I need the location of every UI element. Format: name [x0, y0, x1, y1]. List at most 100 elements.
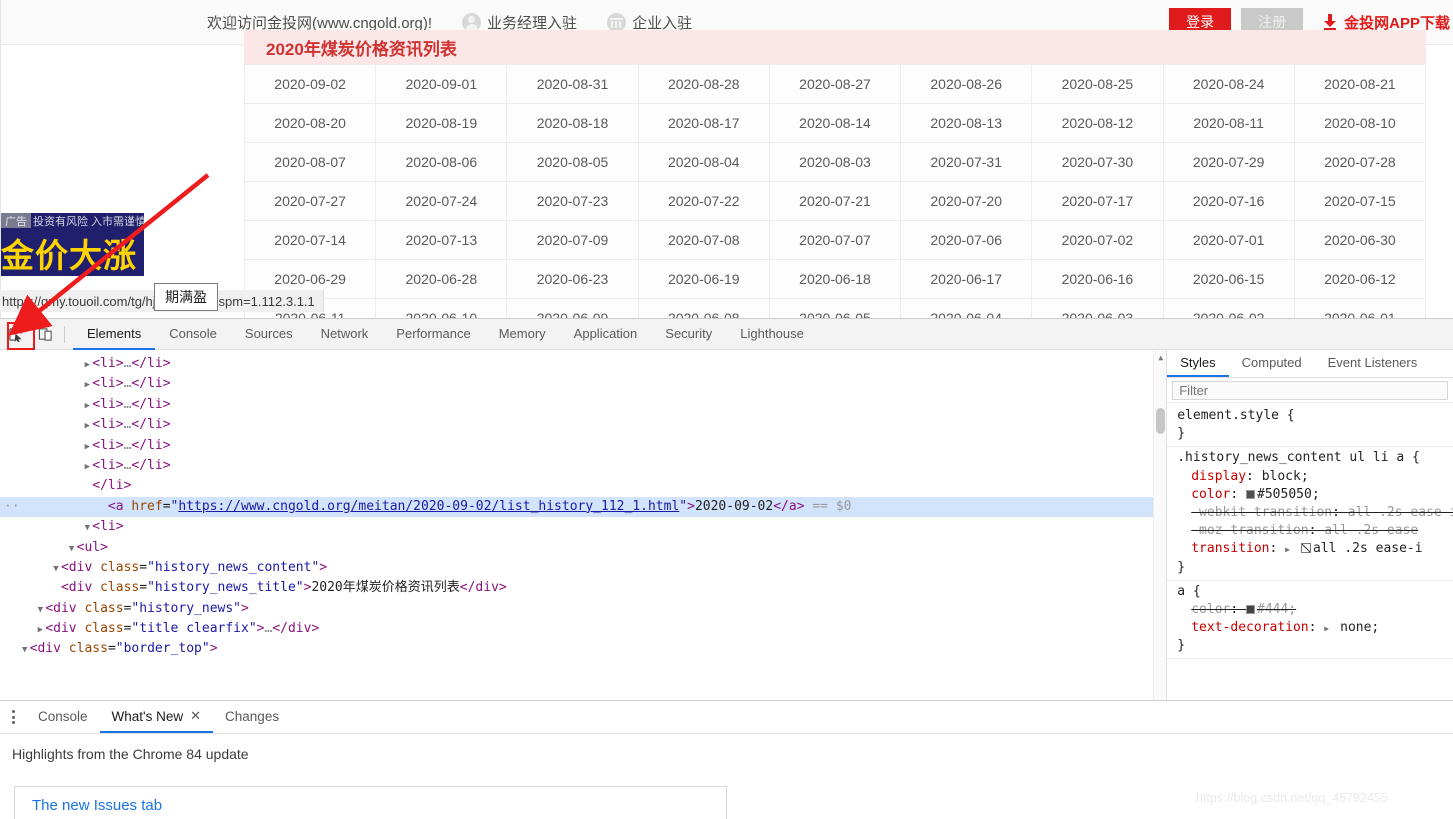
date-link-cell[interactable]: 2020-08-24: [1162, 64, 1295, 104]
devtools-tab-application[interactable]: Application: [560, 319, 652, 350]
more-options-icon[interactable]: [0, 701, 26, 733]
dom-tree-line[interactable]: ▼ <ul>: [0, 538, 1166, 558]
dom-tree-line[interactable]: ▶ <li>…</li>: [0, 415, 1166, 435]
css-declaration[interactable]: text-decoration: ▶ none;: [1177, 619, 1453, 637]
devtools-tab-memory[interactable]: Memory: [485, 319, 560, 350]
date-link-cell[interactable]: 2020-06-17: [900, 259, 1033, 299]
date-link-cell[interactable]: 2020-07-28: [1293, 142, 1427, 182]
date-link-cell[interactable]: 2020-06-05: [768, 298, 902, 318]
css-rule[interactable]: a {color: #444; text-decoration: ▶ none;}: [1167, 581, 1453, 660]
devtools-tab-performance[interactable]: Performance: [382, 319, 484, 350]
date-link-cell[interactable]: 2020-07-01: [1162, 220, 1295, 260]
css-rule[interactable]: .history_news_content ul li a {display: …: [1167, 447, 1453, 581]
date-link-cell[interactable]: 2020-08-20: [243, 103, 377, 143]
date-link-cell[interactable]: 2020-08-07: [243, 142, 377, 182]
dom-tree-line[interactable]: <div class="history_news_title">2020年煤炭价…: [0, 578, 1166, 598]
devtools-tab-console[interactable]: Console: [155, 319, 231, 350]
date-link-cell[interactable]: 2020-06-08: [637, 298, 770, 318]
css-declaration[interactable]: -moz-transition: all .2s ease: [1177, 522, 1453, 540]
date-link-cell[interactable]: 2020-08-12: [1031, 103, 1164, 143]
date-link-cell[interactable]: 2020-06-23: [506, 259, 639, 299]
date-link-cell[interactable]: 2020-06-16: [1031, 259, 1164, 299]
date-link-cell[interactable]: 2020-07-08: [637, 220, 770, 260]
date-link-cell[interactable]: 2020-06-02: [1162, 298, 1295, 318]
date-link-cell[interactable]: 2020-09-01: [375, 64, 508, 104]
date-link-cell[interactable]: 2020-07-14: [243, 220, 377, 260]
devtools-tab-network[interactable]: Network: [307, 319, 383, 350]
dom-tree-line[interactable]: ▼ <div class="history_news_content">: [0, 558, 1166, 578]
date-link-cell[interactable]: 2020-07-31: [900, 142, 1033, 182]
css-rule[interactable]: element.style {}: [1167, 405, 1453, 448]
css-declaration[interactable]: display: block;: [1177, 468, 1453, 486]
date-link-cell[interactable]: 2020-06-30: [1293, 220, 1427, 260]
date-link-cell[interactable]: 2020-09-02: [243, 64, 377, 104]
css-declaration[interactable]: color: #505050;: [1177, 486, 1453, 504]
date-link-cell[interactable]: 2020-08-27: [768, 64, 902, 104]
css-declaration[interactable]: transition: ▶ all .2s ease-i: [1177, 540, 1453, 558]
css-declaration[interactable]: color: #444;: [1177, 601, 1453, 619]
date-link-cell[interactable]: 2020-07-24: [375, 181, 508, 221]
date-link-cell[interactable]: 2020-07-23: [506, 181, 639, 221]
close-icon[interactable]: ✕: [190, 708, 201, 724]
date-link-cell[interactable]: 2020-08-10: [1293, 103, 1427, 143]
dom-tree-line[interactable]: ▶ <li>…</li>: [0, 456, 1166, 476]
styles-tab-computed[interactable]: Computed: [1229, 350, 1315, 377]
dom-tree-line[interactable]: ·· <a href="https://www.cngold.org/meita…: [0, 496, 1167, 518]
date-link-cell[interactable]: 2020-06-15: [1162, 259, 1295, 299]
date-link-cell[interactable]: 2020-08-18: [506, 103, 639, 143]
date-link-cell[interactable]: 2020-07-09: [506, 220, 639, 260]
drawer-tab-changes[interactable]: Changes: [213, 701, 291, 733]
date-link-cell[interactable]: 2020-08-31: [506, 64, 639, 104]
date-link-cell[interactable]: 2020-08-04: [637, 142, 770, 182]
date-link-cell[interactable]: 2020-08-14: [768, 103, 902, 143]
date-link-cell[interactable]: 2020-07-17: [1031, 181, 1164, 221]
devtools-tab-sources[interactable]: Sources: [231, 319, 307, 350]
dom-tree-line[interactable]: ▶ <li>…</li>: [0, 354, 1166, 374]
drawer-tab-console[interactable]: Console: [26, 701, 100, 733]
date-link-cell[interactable]: 2020-07-22: [637, 181, 770, 221]
date-link-cell[interactable]: 2020-07-21: [768, 181, 902, 221]
dom-tree-line[interactable]: ▼ <li>: [0, 517, 1166, 537]
date-link-cell[interactable]: 2020-08-13: [900, 103, 1033, 143]
date-link-cell[interactable]: 2020-07-16: [1162, 181, 1295, 221]
date-link-cell[interactable]: 2020-06-12: [1293, 259, 1427, 299]
date-link-cell[interactable]: 2020-06-03: [1031, 298, 1164, 318]
date-link-cell[interactable]: 2020-07-20: [900, 181, 1033, 221]
dom-tree-line[interactable]: ▶ <li>…</li>: [0, 395, 1166, 415]
devtools-tab-security[interactable]: Security: [651, 319, 726, 350]
drawer-tab-whats-new[interactable]: What's New ✕: [99, 701, 214, 733]
date-link-cell[interactable]: 2020-08-21: [1293, 64, 1427, 104]
dom-scroll-thumb[interactable]: [1156, 408, 1166, 434]
date-link-cell[interactable]: 2020-07-06: [900, 220, 1033, 260]
styles-tab-event-listeners[interactable]: Event Listeners: [1315, 350, 1431, 377]
dom-tree-line[interactable]: ▼ <div class="history_news">: [0, 599, 1166, 619]
styles-tab-styles[interactable]: Styles: [1167, 350, 1229, 377]
date-link-cell[interactable]: 2020-06-19: [637, 259, 770, 299]
date-link-cell[interactable]: 2020-08-03: [768, 142, 902, 182]
date-link-cell[interactable]: 2020-06-10: [375, 298, 508, 318]
advertisement-banner[interactable]: 广告 投资有风险 入市需谨慎 金价大涨: [1, 213, 144, 276]
date-link-cell[interactable]: 2020-07-30: [1031, 142, 1164, 182]
dom-tree-line[interactable]: ▶ <li>…</li>: [0, 436, 1166, 456]
date-link-cell[interactable]: 2020-06-04: [900, 298, 1033, 318]
date-link-cell[interactable]: 2020-07-13: [375, 220, 508, 260]
dom-tree-line[interactable]: </li>: [0, 476, 1166, 496]
dom-tree-line[interactable]: ▶ <li>…</li>: [0, 374, 1166, 394]
devtools-tab-elements[interactable]: Elements: [73, 319, 156, 350]
date-link-cell[interactable]: 2020-06-09: [506, 298, 639, 318]
date-link-cell[interactable]: 2020-08-19: [375, 103, 508, 143]
dom-tree-line[interactable]: ▼ <div class="border_top">: [0, 639, 1166, 659]
date-link-cell[interactable]: 2020-07-15: [1293, 181, 1427, 221]
date-link-cell[interactable]: 2020-08-05: [506, 142, 639, 182]
date-link-cell[interactable]: 2020-06-01: [1293, 298, 1427, 318]
date-link-cell[interactable]: 2020-08-25: [1031, 64, 1164, 104]
css-declaration[interactable]: -webkit-transition: all .2s ease-i: [1177, 504, 1453, 522]
date-link-cell[interactable]: 2020-06-18: [768, 259, 902, 299]
whats-new-card[interactable]: The new Issues tab: [14, 786, 727, 819]
inspect-element-icon[interactable]: [0, 320, 30, 348]
scroll-up-arrow[interactable]: ▲: [1154, 352, 1166, 365]
date-link-cell[interactable]: 2020-06-28: [375, 259, 508, 299]
styles-filter-input[interactable]: [1172, 380, 1448, 400]
date-link-cell[interactable]: 2020-08-17: [637, 103, 770, 143]
devtools-tab-lighthouse[interactable]: Lighthouse: [726, 319, 818, 350]
